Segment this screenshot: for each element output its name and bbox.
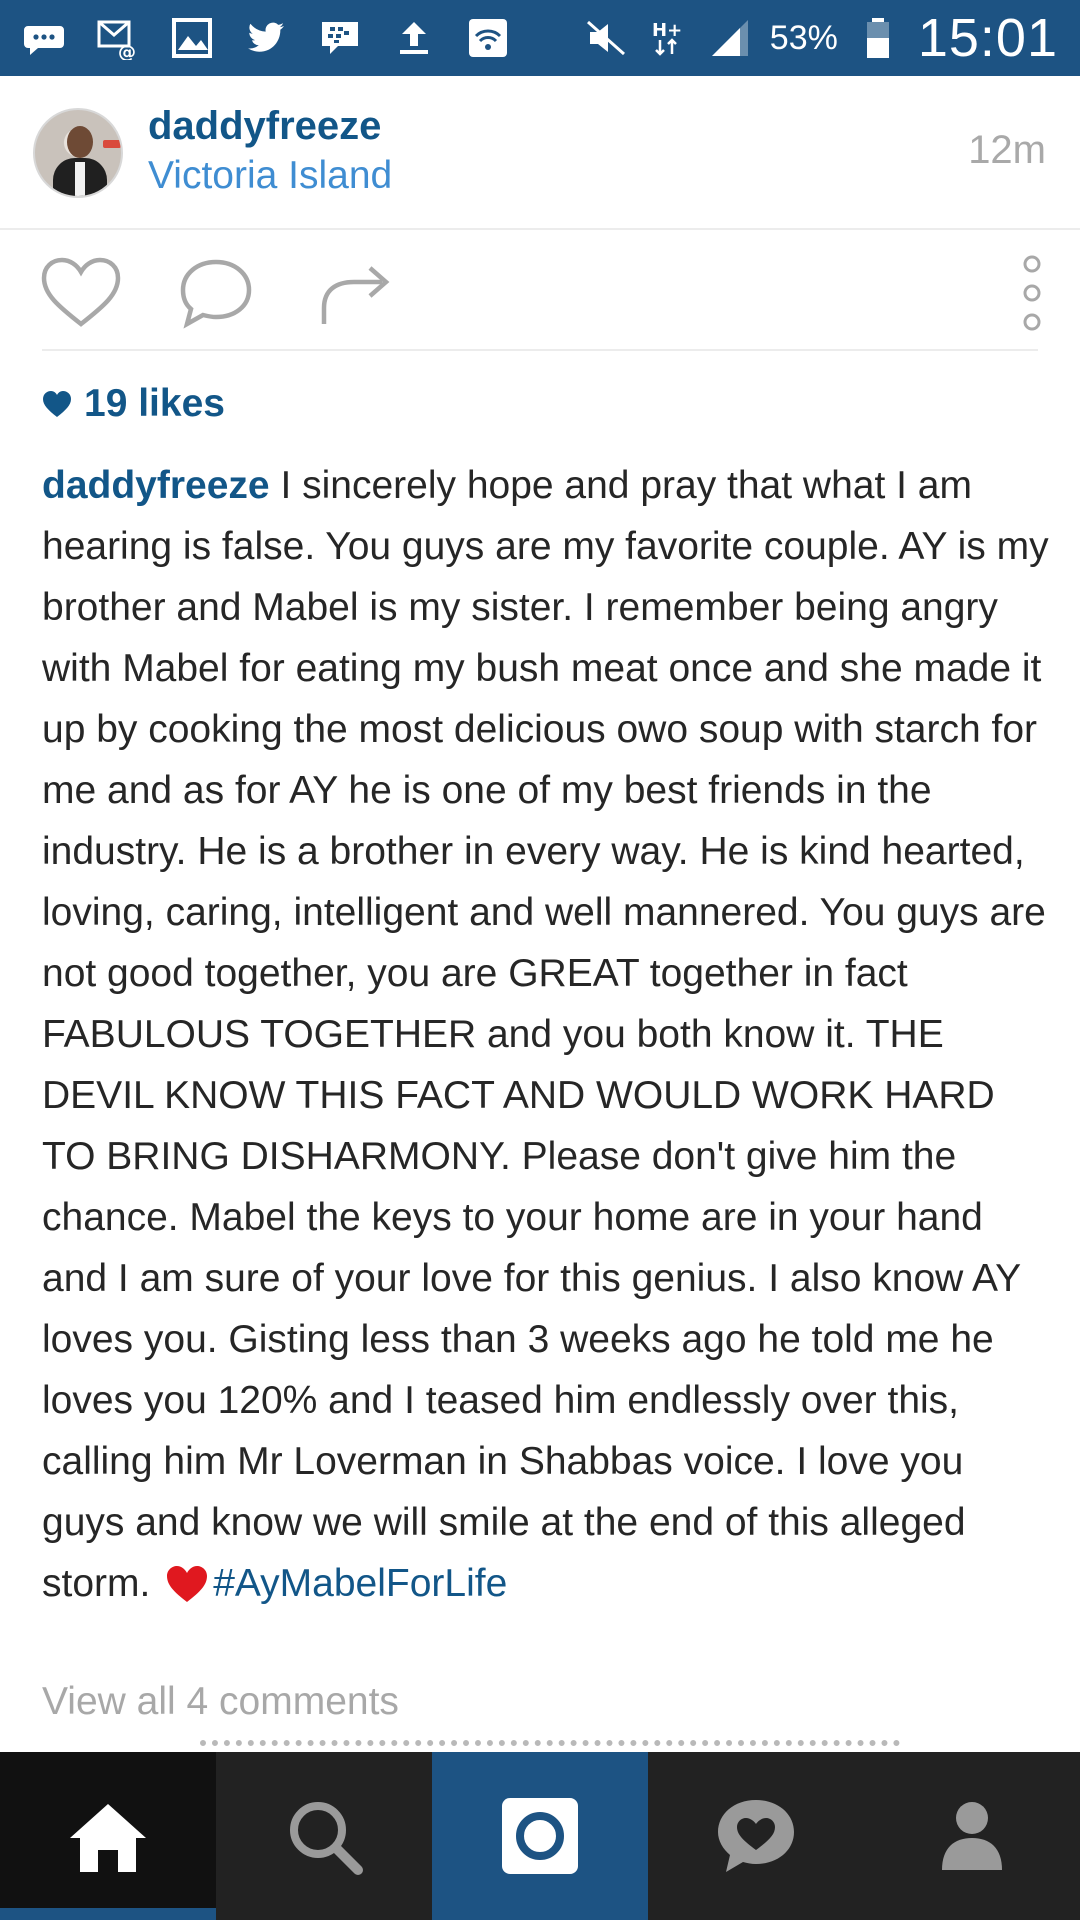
- gallery-icon: [170, 16, 214, 60]
- nav-profile[interactable]: [864, 1752, 1080, 1920]
- nav-camera[interactable]: [432, 1752, 648, 1920]
- bottom-nav: [0, 1752, 1080, 1920]
- red-heart-emoji-icon: [167, 1566, 208, 1602]
- likes-heart-icon: [43, 391, 71, 417]
- svg-text:H+: H+: [652, 20, 682, 41]
- camera-icon: [502, 1798, 578, 1874]
- svg-text:@: @: [118, 42, 136, 60]
- share-icon[interactable]: [312, 254, 398, 330]
- post-location[interactable]: Victoria Island: [148, 154, 392, 198]
- email-icon: @: [96, 16, 140, 60]
- post-timestamp: 12m: [968, 128, 1046, 172]
- nav-search[interactable]: [216, 1752, 432, 1920]
- nav-activity[interactable]: [648, 1752, 864, 1920]
- network-hplus-icon: H+: [646, 16, 690, 60]
- caption-text: I sincerely hope and pray that what I am…: [42, 464, 1049, 1605]
- bbm-icon: [318, 16, 362, 60]
- likes-row[interactable]: 19 likes: [42, 382, 225, 426]
- signal-icon: [708, 16, 752, 60]
- search-icon: [290, 1802, 363, 1875]
- post-caption: daddyfreeze I sincerely hope and pray th…: [42, 455, 1052, 1614]
- likes-count: 19 likes: [84, 382, 225, 425]
- caption-hashtag[interactable]: #AyMabelForLife: [213, 1562, 507, 1605]
- upload-icon: [392, 16, 436, 60]
- post-header: daddyfreeze Victoria Island 12m: [0, 76, 1080, 230]
- message-icon: [22, 16, 66, 60]
- more-options-icon[interactable]: [1020, 252, 1044, 334]
- nav-home[interactable]: [0, 1752, 216, 1920]
- clipped-comment-preview: [0, 1740, 1080, 1752]
- profile-icon: [942, 1802, 1002, 1870]
- action-row: [0, 232, 1080, 350]
- like-icon[interactable]: [38, 254, 124, 330]
- caption-username[interactable]: daddyfreeze: [42, 464, 270, 507]
- mute-icon: [584, 16, 628, 60]
- clock: 15:01: [917, 8, 1058, 68]
- comment-icon[interactable]: [173, 254, 259, 330]
- home-icon: [70, 1804, 146, 1872]
- wifi-icon: [466, 16, 510, 60]
- battery-percent: 53%: [769, 18, 838, 57]
- battery-icon: [856, 16, 900, 60]
- view-all-comments-link[interactable]: View all 4 comments: [42, 1680, 399, 1724]
- avatar[interactable]: [33, 108, 123, 198]
- divider: [42, 349, 1038, 351]
- activity-icon: [718, 1800, 794, 1872]
- post-username[interactable]: daddyfreeze: [148, 104, 381, 149]
- status-bar: @ H+ 53% 15:01: [0, 0, 1080, 76]
- twitter-icon: [244, 16, 288, 60]
